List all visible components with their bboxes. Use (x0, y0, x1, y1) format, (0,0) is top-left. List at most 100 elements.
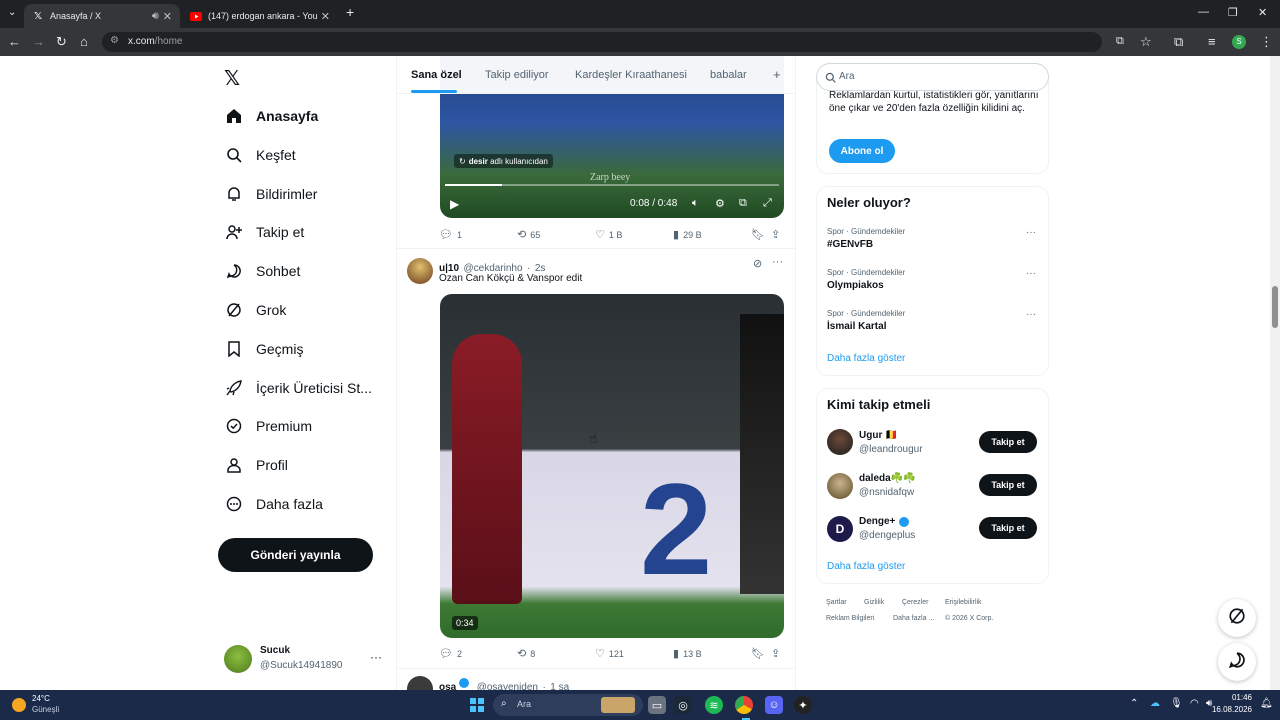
chrome-icon[interactable] (735, 696, 753, 714)
views-button[interactable]: ▮ 13 B (673, 647, 702, 660)
trend-name[interactable]: İsmail Kartal (827, 321, 886, 332)
share-button[interactable]: ⇪ (771, 228, 784, 241)
post-more-icon[interactable]: ··· (772, 256, 783, 268)
forward-icon[interactable]: → (32, 35, 45, 49)
follow-name[interactable]: Ugur 🇧🇪 (859, 430, 898, 441)
fullscreen-icon[interactable]: ⤢ (763, 197, 772, 210)
post-button[interactable]: Gönderi yayınla (218, 538, 373, 572)
tab-close-icon[interactable]: ✕ (163, 10, 172, 23)
add-tab-icon[interactable]: + (773, 67, 781, 82)
post-time[interactable]: 1 sa (550, 682, 569, 690)
tray-chevron-icon[interactable]: ⌃ (1130, 698, 1138, 709)
repost-button[interactable]: ⟲ 8 (517, 647, 535, 660)
notification-bell-icon[interactable]: 🔔︎ (1260, 698, 1273, 709)
nav-item-follow[interactable]: Takip et (224, 218, 304, 246)
bookmark-button[interactable]: 🔖︎ (751, 228, 769, 241)
nav-item-notifications[interactable]: Bildirimler (224, 180, 317, 208)
trend-more-icon[interactable]: ··· (1026, 227, 1036, 238)
volume-icon[interactable]: 🔈︎ (692, 197, 699, 210)
footer-accessibility[interactable]: Erişilebilirlik (945, 599, 982, 606)
nav-item-grok[interactable]: Grok (224, 296, 286, 324)
tab-close-icon[interactable]: ✕ (321, 10, 330, 23)
weather-desc[interactable]: Güneşli (32, 705, 59, 714)
repost-attribution[interactable]: ↻ desir adlı kullanıcıdan (454, 154, 553, 168)
back-icon[interactable]: ← (8, 35, 21, 49)
follow-name[interactable]: Denge+ (859, 516, 895, 527)
tab-for-you[interactable]: Sana özel (411, 69, 462, 81)
cloud-icon[interactable]: ☁ (1150, 698, 1160, 709)
author-name[interactable]: osa (439, 682, 456, 690)
x-logo-icon[interactable]: 𝕏 (224, 66, 240, 91)
reply-button[interactable]: 💬︎ 1 (439, 228, 462, 241)
extensions-icon[interactable]: ⧉ (1174, 35, 1183, 49)
repost-button[interactable]: ⟲ 65 (517, 228, 540, 241)
tab-following[interactable]: Takip ediliyor (485, 69, 549, 81)
nav-item-chat[interactable]: Sohbet (224, 257, 300, 285)
nav-item-home[interactable]: Anasayfa (224, 102, 318, 130)
footer-more[interactable]: Daha fazla ... (893, 615, 934, 622)
avatar[interactable] (407, 258, 433, 284)
trend-name[interactable]: Olympiakos (827, 280, 884, 291)
nav-item-premium[interactable]: Premium (224, 412, 312, 440)
spotify-icon[interactable]: ≋ (705, 696, 723, 714)
scrollbar-thumb[interactable] (1272, 286, 1278, 328)
follow-button[interactable]: Takip et (979, 431, 1037, 453)
new-tab-icon[interactable]: + (346, 5, 354, 19)
weather-temp[interactable]: 24°C (32, 694, 50, 703)
windows-start-icon[interactable] (468, 696, 486, 714)
tab-list-kardesler[interactable]: Kardeşler Kıraathanesi (575, 69, 687, 81)
close-window-icon[interactable]: ✕ (1258, 6, 1267, 19)
footer-ads-info[interactable]: Reklam Bilgileri (826, 615, 874, 622)
wifi-icon[interactable]: ◠ (1190, 698, 1199, 709)
messages-fab[interactable] (1218, 643, 1256, 681)
grok-icon[interactable]: ⊘ (753, 257, 762, 270)
follow-button[interactable]: Takip et (979, 517, 1037, 539)
task-view-icon[interactable]: ▭ (648, 696, 666, 714)
nav-item-history[interactable]: Geçmiş (224, 335, 303, 363)
search-input[interactable]: Ara (816, 63, 1049, 91)
nav-item-explore[interactable]: Keşfet (224, 141, 296, 169)
footer-terms[interactable]: Şartlar (826, 599, 847, 606)
install-app-icon[interactable]: ⧉ (1116, 35, 1124, 48)
follow-button[interactable]: Takip et (979, 474, 1037, 496)
browser-menu-icon[interactable]: ⋮ (1260, 35, 1273, 49)
tab-audio-icon[interactable]: 🔊︎ (152, 10, 159, 23)
follow-handle[interactable]: @dengeplus (859, 530, 915, 541)
reply-button[interactable]: 💬︎ 2 (439, 647, 462, 660)
avatar[interactable] (407, 676, 433, 690)
minimize-icon[interactable]: — (1198, 6, 1209, 18)
tab-search-chevron-icon[interactable]: ⌄ (8, 6, 16, 20)
trend-name[interactable]: #GENvFB (827, 239, 873, 250)
follow-name[interactable]: daleda☘️☘️ (859, 473, 916, 484)
media-controls-icon[interactable]: ≡ (1208, 35, 1216, 49)
avatar[interactable] (827, 473, 853, 499)
browser-tab-youtube[interactable]: (147) erdogan ankara - YouTube ✕ (182, 4, 338, 28)
reload-icon[interactable]: ↻ (56, 35, 67, 49)
denge-logo-icon[interactable]: D (827, 516, 853, 542)
account-more-icon[interactable]: ··· (370, 650, 382, 664)
nav-item-more[interactable]: Daha fazla (224, 490, 323, 518)
account-switcher[interactable]: Sucuk @Sucuk14941890 ··· (224, 643, 384, 675)
grok-fab[interactable] (1218, 599, 1256, 637)
app-icon[interactable]: ✦ (794, 696, 812, 714)
like-button[interactable]: ♡ 1 B (595, 228, 622, 241)
weather-sun-icon[interactable] (12, 698, 26, 712)
play-icon[interactable]: ▶ (450, 197, 459, 211)
footer-privacy[interactable]: Gizlilik (864, 599, 884, 606)
steam-icon[interactable]: ◎ (674, 696, 692, 714)
clock-date[interactable]: 16.08.2026 (1208, 705, 1252, 714)
video-progress-bar[interactable] (445, 184, 779, 186)
footer-cookies[interactable]: Çerezler (902, 599, 928, 606)
bookmark-button[interactable]: 🔖︎ (751, 647, 769, 660)
like-button[interactable]: ♡ 121 (595, 647, 624, 660)
url-input[interactable]: ⚙ x.com/home ⧉ (102, 32, 1124, 52)
site-info-icon[interactable]: ⚙ (110, 35, 119, 46)
browser-tab-x[interactable]: 𝕏 Anasayfa / X 🔊︎ ✕ (24, 4, 180, 28)
bookmark-star-icon[interactable]: ☆ (1140, 35, 1152, 49)
trend-more-icon[interactable]: ··· (1026, 268, 1036, 279)
share-button[interactable]: ⇪ (771, 647, 784, 660)
clock-time[interactable]: 01:46 (1222, 693, 1252, 702)
avatar[interactable] (827, 429, 853, 455)
show-more-link[interactable]: Daha fazla göster (827, 353, 905, 364)
views-button[interactable]: ▮ 29 B (673, 228, 702, 241)
